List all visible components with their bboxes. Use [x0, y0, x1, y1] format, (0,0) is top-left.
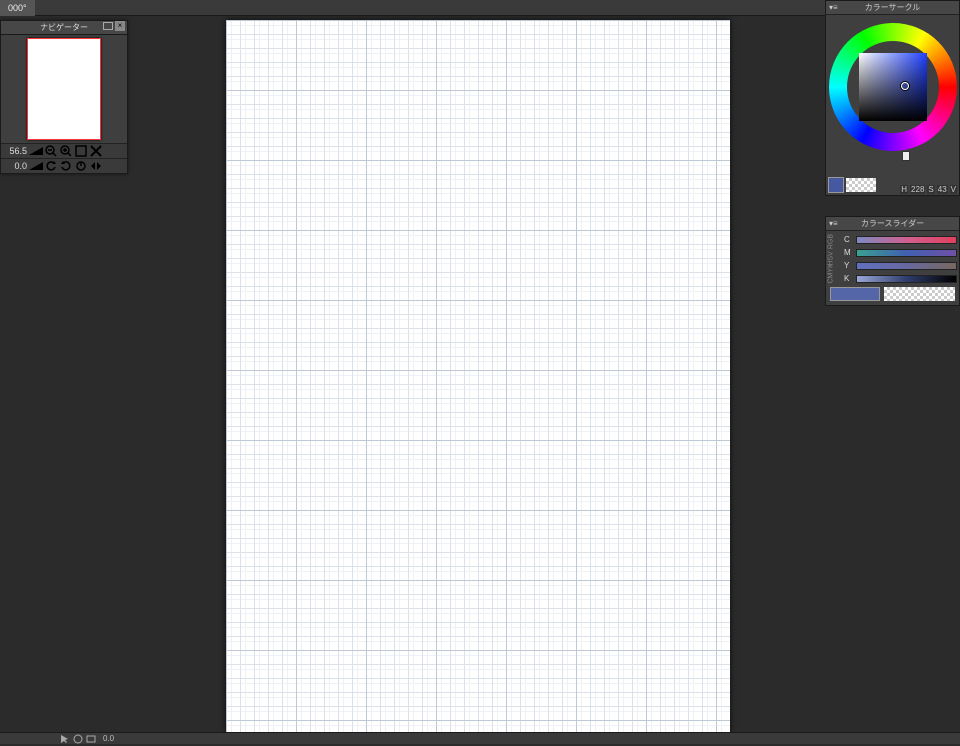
panel-menu-icon[interactable]: ▾≡	[829, 219, 838, 228]
color-circle-title-label: カラーサークル	[865, 2, 921, 13]
fit-width-icon[interactable]	[89, 144, 103, 158]
slider-m-track[interactable]	[856, 249, 957, 257]
navigator-rotate-row: 0.0	[1, 158, 127, 173]
canvas-area	[130, 16, 825, 732]
slider-k-label: K	[844, 274, 854, 283]
hsv-readout: H 228 S 43 V	[900, 185, 957, 194]
mode-rgb[interactable]: RGB	[828, 234, 845, 250]
rotation-value[interactable]: 0.0	[1, 161, 29, 171]
slider-y-label: Y	[844, 261, 854, 270]
status-hand-icon[interactable]	[73, 734, 83, 744]
transparency-swatch[interactable]	[846, 178, 876, 192]
slider-k-row: K	[844, 272, 957, 285]
slider-k-track[interactable]	[856, 275, 957, 283]
zoom-in-icon[interactable]	[59, 144, 73, 158]
navigator-zoom-row: 56.5	[1, 143, 127, 158]
flip-horizontal-icon[interactable]	[89, 159, 103, 173]
status-cursor-icon[interactable]	[60, 734, 70, 744]
color-wheel-area	[826, 15, 959, 175]
color-slider-title: ▾≡ カラースライダー	[826, 217, 959, 231]
color-slider-title-label: カラースライダー	[861, 218, 924, 229]
color-slider-panel: ▾≡ カラースライダー RGB HSV CMYK C M Y	[825, 216, 960, 306]
navigator-title: ナビゲーター ×	[1, 21, 127, 35]
color-mode-tabs[interactable]: RGB HSV CMYK	[828, 233, 844, 284]
mode-cmyk[interactable]: CMYK	[828, 268, 845, 284]
status-rect-icon[interactable]	[86, 734, 96, 744]
slider-m-row: M	[844, 246, 957, 259]
rotate-reset-icon[interactable]	[74, 159, 88, 173]
status-bar: 0.0	[0, 732, 960, 744]
slider-c-row: C	[844, 233, 957, 246]
v-label: V	[950, 185, 957, 194]
slider-body: RGB HSV CMYK C M Y K	[826, 231, 959, 305]
navigator-panel: ナビゲーター × 56.5 0.0	[0, 20, 128, 174]
color-swatch-row: H 228 S 43 V	[826, 175, 959, 195]
slider-c-track[interactable]	[856, 236, 957, 244]
panel-menu-icon[interactable]: ▾≡	[829, 3, 838, 12]
color-circle-title: ▾≡ カラーサークル	[826, 1, 959, 15]
navigator-thumbnail-area	[1, 35, 127, 143]
right-panel-column: ▾≡ カラーサークル H 228 S 43 V ▾≡ カラースライダー	[825, 0, 960, 744]
panel-close-icon[interactable]: ×	[115, 21, 125, 31]
status-value: 0.0	[99, 734, 118, 743]
slider-alpha-swatch[interactable]	[884, 287, 955, 301]
zoom-out-icon[interactable]	[44, 144, 58, 158]
primary-color-swatch[interactable]	[828, 177, 844, 193]
canvas[interactable]	[226, 20, 730, 732]
navigator-thumbnail[interactable]	[27, 38, 101, 140]
panel-minimize-icon[interactable]	[103, 22, 113, 30]
fit-screen-icon[interactable]	[74, 144, 88, 158]
color-circle-panel: ▾≡ カラーサークル H 228 S 43 V	[825, 0, 960, 196]
zoom-value[interactable]: 56.5	[1, 146, 29, 156]
slider-y-row: Y	[844, 259, 957, 272]
slider-c-label: C	[844, 235, 854, 244]
status-icons	[60, 734, 96, 744]
h-value: 228	[910, 185, 925, 194]
slider-m-label: M	[844, 248, 854, 257]
zoom-slider-icon[interactable]	[29, 144, 43, 158]
slider-y-track[interactable]	[856, 262, 957, 270]
s-label: S	[927, 185, 934, 194]
document-tab[interactable]: 000°	[0, 0, 35, 16]
v-value: 43	[937, 185, 948, 194]
rotate-ccw-icon[interactable]	[44, 159, 58, 173]
rotate-slider-icon[interactable]	[29, 159, 43, 173]
rotate-cw-icon[interactable]	[59, 159, 73, 173]
h-label: H	[900, 185, 908, 194]
sv-square[interactable]	[859, 53, 927, 121]
sv-cursor-icon	[901, 82, 909, 90]
slider-swatch-row	[828, 287, 957, 301]
document-tab-bar: 000°	[0, 0, 825, 16]
navigator-title-label: ナビゲーター	[40, 22, 88, 33]
hue-marker-icon[interactable]	[902, 151, 910, 161]
slider-color-swatch[interactable]	[830, 287, 880, 301]
